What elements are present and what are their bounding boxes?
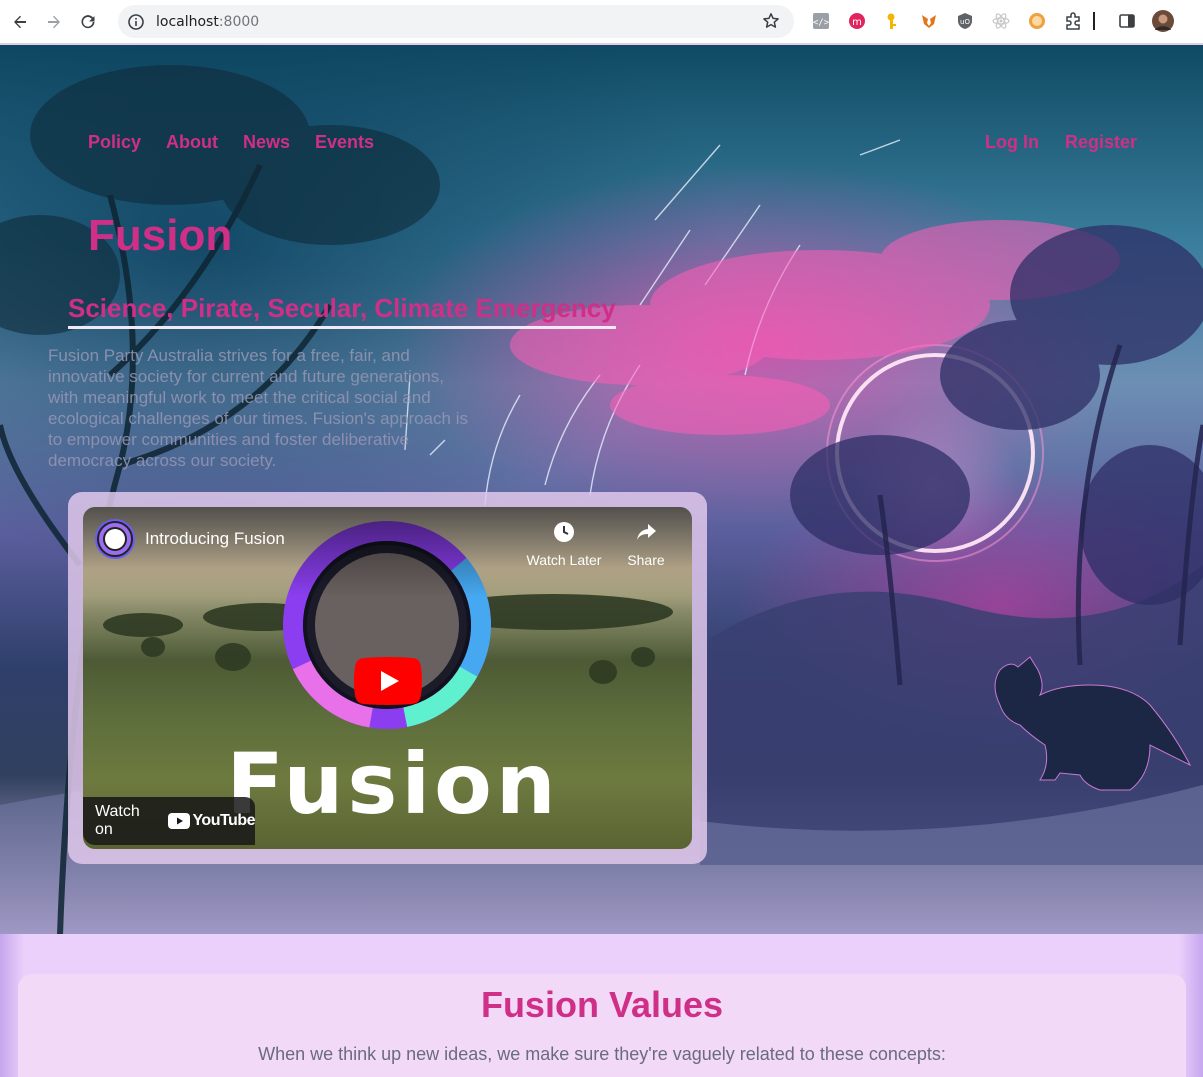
puzzle-icon[interactable] — [1063, 11, 1083, 31]
forward-button[interactable] — [40, 8, 68, 36]
ublock-icon[interactable]: uO — [955, 11, 975, 31]
back-button[interactable] — [6, 8, 34, 36]
youtube-logo-icon: YouTube — [168, 812, 255, 830]
svg-text:uO: uO — [960, 18, 970, 26]
clock-icon — [554, 522, 574, 542]
url-port: :8000 — [218, 13, 260, 30]
svg-text:m: m — [852, 17, 862, 28]
site-info-icon[interactable] — [128, 13, 144, 30]
nav-link-news[interactable]: News — [243, 132, 290, 153]
youtube-wordmark: YouTube — [192, 812, 255, 829]
channel-avatar[interactable] — [95, 519, 135, 559]
side-panel-icon[interactable] — [1117, 11, 1137, 31]
share-button[interactable]: Share — [606, 521, 686, 568]
toolbar-divider — [1092, 11, 1096, 31]
key-icon[interactable] — [883, 11, 903, 31]
url-text: localhost:8000 — [156, 14, 259, 30]
dev-tools-icon[interactable]: </> — [811, 11, 831, 31]
nav-link-events[interactable]: Events — [315, 132, 374, 153]
hero-section: Policy About News Events Log In Register… — [0, 45, 1203, 935]
forward-arrow-icon — [48, 15, 60, 28]
nav-link-policy[interactable]: Policy — [88, 132, 141, 153]
nav-link-login[interactable]: Log In — [985, 132, 1039, 153]
watch-later-label: Watch Later — [526, 552, 602, 568]
reload-button[interactable] — [74, 8, 102, 36]
site-title: Fusion — [88, 211, 233, 260]
metamask-icon[interactable] — [919, 11, 939, 31]
share-arrow-icon — [637, 524, 656, 540]
hero-intro-text: Fusion Party Australia strives for a fre… — [48, 346, 468, 470]
nav-link-register[interactable]: Register — [1065, 132, 1137, 153]
svg-text:</>: </> — [813, 18, 830, 28]
video-card: Introducing Fusion Watch Later Share Fus… — [68, 492, 707, 864]
reload-icon — [81, 14, 95, 28]
watch-on-label: Watch on — [95, 803, 140, 838]
watch-on-youtube-link[interactable]: Watch on YouTube — [83, 797, 255, 845]
bookmark-star-icon[interactable] — [762, 12, 780, 30]
back-arrow-icon — [14, 15, 26, 28]
values-section: Fusion Values When we think up new ideas… — [0, 934, 1203, 1077]
values-title: Fusion Values — [480, 984, 724, 1025]
nav-link-about[interactable]: About — [166, 132, 218, 153]
url-host: localhost — [156, 13, 219, 30]
watch-later-button[interactable]: Watch Later — [524, 521, 604, 568]
video-title[interactable]: Introducing Fusion — [145, 529, 285, 549]
youtube-embed[interactable]: Introducing Fusion Watch Later Share Fus… — [83, 507, 692, 849]
mastodon-icon[interactable]: m — [847, 11, 867, 31]
react-icon[interactable] — [991, 11, 1011, 31]
play-button-icon[interactable] — [354, 657, 422, 705]
values-subtitle: When we think up new ideas, we make sure… — [258, 1044, 946, 1064]
profile-avatar[interactable] — [1152, 10, 1174, 32]
address-bar[interactable]: localhost:8000 — [118, 5, 794, 38]
share-label: Share — [627, 552, 665, 568]
hero-tagline: Science, Pirate, Secular, Climate Emerge… — [68, 293, 616, 329]
browser-toolbar: localhost:8000 </> m uO — [0, 0, 1203, 44]
honey-icon[interactable] — [1027, 11, 1047, 31]
values-card: Fusion Values When we think up new ideas… — [18, 974, 1186, 1077]
